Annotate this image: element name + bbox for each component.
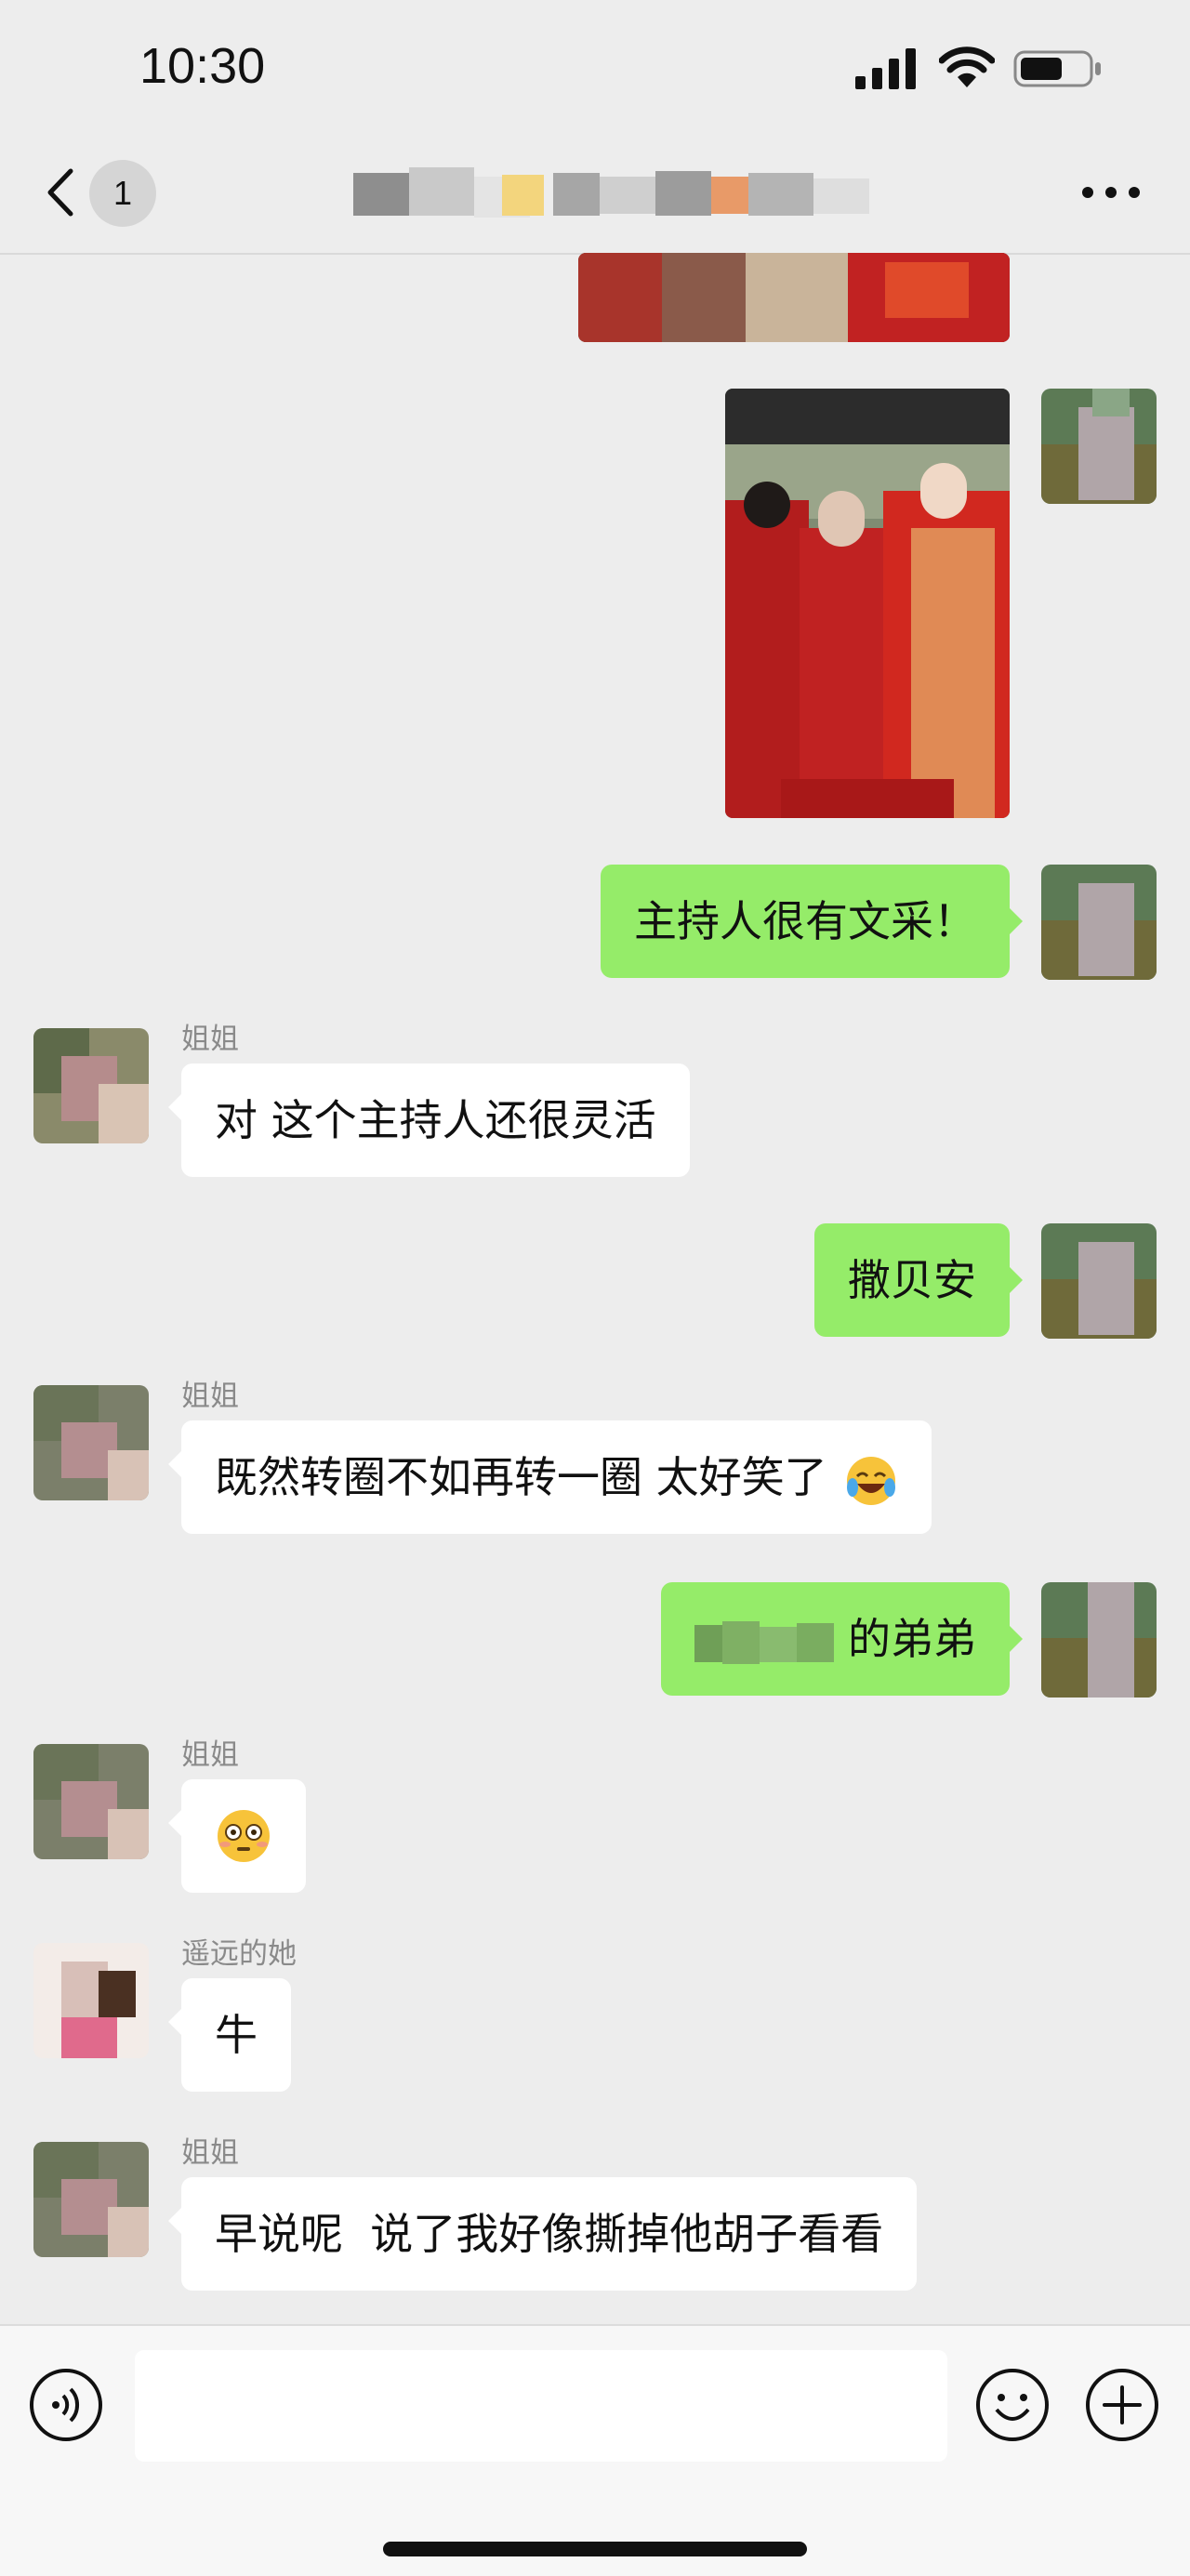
message-bubble-outgoing[interactable]: 撒贝安 bbox=[814, 1223, 1010, 1337]
bubble-tail bbox=[168, 1451, 181, 1477]
voice-icon[interactable] bbox=[28, 2367, 104, 2443]
contact-avatar[interactable] bbox=[33, 1385, 149, 1500]
message-text: 既然转圈不如再转一圈 太好笑了 bbox=[215, 1452, 827, 1502]
my-avatar[interactable] bbox=[1041, 1223, 1157, 1339]
sender-name: 姐姐 bbox=[181, 1738, 239, 1772]
bubble-tail bbox=[168, 2208, 181, 2234]
sender-name: 姐姐 bbox=[181, 1023, 239, 1056]
signal-icon bbox=[855, 48, 916, 89]
message-bubble-incoming[interactable] bbox=[181, 1779, 306, 1893]
status-time: 10:30 bbox=[139, 38, 266, 94]
battery-icon bbox=[1013, 50, 1101, 87]
image-message[interactable] bbox=[725, 389, 1010, 818]
contact-avatar[interactable] bbox=[33, 1943, 149, 2058]
plus-icon[interactable] bbox=[1084, 2367, 1160, 2443]
more-icon[interactable] bbox=[1078, 178, 1144, 206]
contact-avatar[interactable] bbox=[33, 1028, 149, 1143]
message-bubble-incoming[interactable]: 对 这个主持人还很灵活 bbox=[181, 1063, 690, 1177]
message-bubble-outgoing[interactable]: 主持人很有文采！ bbox=[601, 865, 1010, 978]
emoji-icon[interactable] bbox=[974, 2367, 1051, 2443]
message-list[interactable]: 主持人很有文采！ 姐姐 对 这个主持人还很灵活 撒贝安 姐姐 既然转圈不如再转一… bbox=[0, 253, 1190, 2324]
contact-avatar[interactable] bbox=[33, 1744, 149, 1859]
message-bubble-incoming[interactable]: 既然转圈不如再转一圈 太好笑了 bbox=[181, 1420, 932, 1534]
image-message[interactable] bbox=[578, 253, 1010, 342]
flushed-emoji bbox=[218, 1810, 270, 1862]
my-avatar[interactable] bbox=[1041, 865, 1157, 980]
home-indicator bbox=[383, 2542, 807, 2556]
bubble-tail bbox=[1010, 1267, 1023, 1293]
bubble-tail bbox=[1010, 1626, 1023, 1652]
input-bar bbox=[0, 2324, 1190, 2576]
message-input[interactable] bbox=[135, 2350, 947, 2462]
chat-header: 1 bbox=[0, 139, 1190, 255]
message-bubble-outgoing[interactable]: 的弟弟 bbox=[661, 1582, 1010, 1696]
laugh-cry-emoji bbox=[847, 1456, 896, 1505]
message-bubble-incoming[interactable]: 早说呢 说了我好像撕掉他胡子看看 bbox=[181, 2177, 918, 2291]
chat-title-blurred bbox=[353, 167, 869, 218]
blurred-text bbox=[694, 1620, 835, 1664]
message-text: 的弟弟 bbox=[848, 1614, 976, 1664]
my-avatar[interactable] bbox=[1041, 389, 1157, 504]
unread-count-badge[interactable]: 1 bbox=[89, 160, 156, 227]
my-avatar[interactable] bbox=[1041, 1582, 1157, 1698]
bubble-tail bbox=[1010, 908, 1023, 934]
bubble-tail bbox=[168, 2009, 181, 2035]
message-bubble-incoming[interactable]: 牛 bbox=[181, 1978, 291, 2092]
wifi-icon bbox=[939, 46, 995, 87]
contact-avatar[interactable] bbox=[33, 2142, 149, 2257]
status-bar: 10:30 bbox=[0, 0, 1190, 139]
bubble-tail bbox=[168, 1094, 181, 1120]
back-chevron-icon[interactable] bbox=[37, 160, 84, 225]
sender-name: 遥远的她 bbox=[181, 1937, 297, 1971]
sender-name: 姐姐 bbox=[181, 2136, 239, 2170]
bubble-tail bbox=[168, 1810, 181, 1836]
sender-name: 姐姐 bbox=[181, 1380, 239, 1413]
